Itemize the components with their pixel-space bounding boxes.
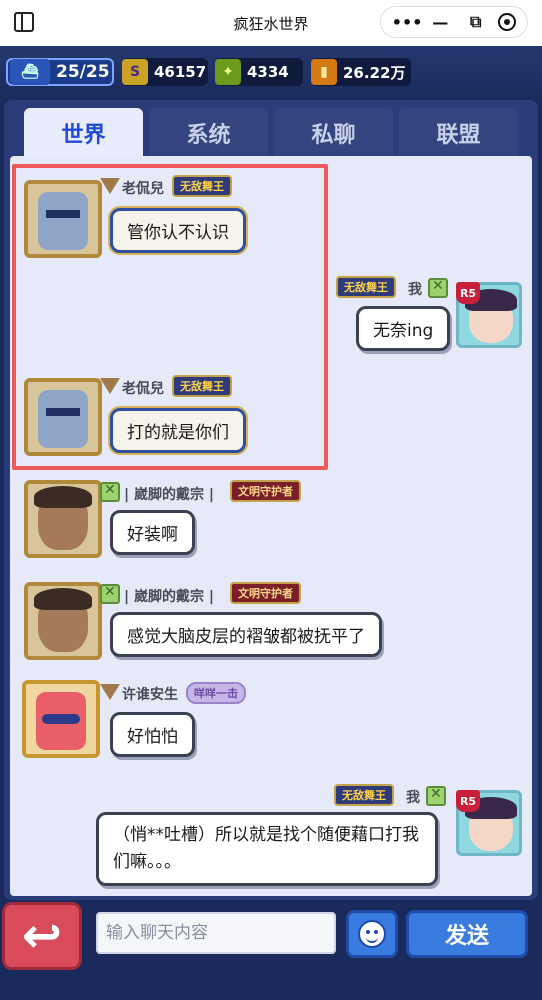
back-arrow-icon: ↩ bbox=[21, 908, 63, 964]
stamina-value: 25/25 bbox=[56, 62, 110, 82]
seed-icon: ✦ bbox=[215, 59, 241, 85]
rank-icon bbox=[100, 178, 120, 194]
sender-name[interactable]: 老侃兒 bbox=[122, 178, 164, 198]
sender-name[interactable]: | 崴脚的戴宗 | bbox=[124, 586, 214, 606]
food-counter[interactable]: ✦ 4334 bbox=[215, 58, 303, 86]
title-badge: 无敌舞王 bbox=[172, 175, 232, 197]
gold-counter[interactable]: ▮ 26.22万 bbox=[311, 58, 411, 86]
oil-can-icon: ▮ bbox=[311, 59, 337, 85]
tab-world[interactable]: 世界 bbox=[24, 108, 143, 158]
ship-icon: ⛴ bbox=[10, 59, 50, 85]
resource-bar: ⛴ 25/25 S 46157 ✦ 4334 ▮ 26.22万 bbox=[0, 46, 542, 100]
minimize-icon[interactable]: — bbox=[427, 13, 453, 32]
chat-tabs: 世界 系统 私聊 联盟 bbox=[24, 108, 518, 158]
message-bubble[interactable]: 好怕怕 bbox=[110, 712, 195, 757]
alliance-shield-icon bbox=[100, 482, 120, 502]
stamina-counter[interactable]: ⛴ 25/25 bbox=[6, 58, 114, 86]
title-badge: 无敌舞王 bbox=[336, 276, 396, 298]
avatar[interactable] bbox=[24, 180, 102, 258]
sender-name: 我 bbox=[406, 790, 420, 806]
sender-name[interactable]: 许谁安生 bbox=[122, 684, 178, 704]
title-badge: 无敌舞王 bbox=[172, 375, 232, 397]
alliance-shield-icon bbox=[426, 786, 446, 806]
rank-badge: R5 bbox=[456, 790, 480, 812]
title-badge: 咩咩一击 bbox=[186, 682, 246, 704]
food-value: 4334 bbox=[247, 63, 289, 81]
gem-counter[interactable]: S 46157 bbox=[122, 58, 208, 86]
rank-icon bbox=[100, 684, 120, 700]
rank-badge: R5 bbox=[456, 282, 480, 304]
avatar[interactable] bbox=[22, 680, 100, 758]
tab-system[interactable]: 系统 bbox=[149, 108, 268, 158]
title-badge: 文明守护者 bbox=[230, 480, 301, 502]
more-icon[interactable]: ••• bbox=[392, 13, 423, 32]
message-bubble[interactable]: 打的就是你们 bbox=[110, 408, 246, 453]
chat-input[interactable] bbox=[96, 912, 336, 954]
alliance-shield-icon bbox=[428, 278, 448, 298]
alliance-shield-icon bbox=[100, 584, 120, 604]
rank-icon bbox=[100, 378, 120, 394]
message-bubble[interactable]: 感觉大脑皮层的褶皱都被抚平了 bbox=[110, 612, 382, 657]
send-button[interactable]: 发送 bbox=[406, 910, 528, 958]
message-bubble[interactable]: 管你认不认识 bbox=[110, 208, 246, 253]
back-button[interactable]: ↩ bbox=[2, 902, 82, 970]
restore-icon[interactable]: ⧉ bbox=[463, 12, 489, 32]
message-bubble[interactable]: （悄**吐槽）所以就是找个随便藉口打我们嘛。。。 bbox=[96, 812, 438, 886]
gold-value: 26.22万 bbox=[343, 63, 406, 82]
gem-value: 46157 bbox=[154, 63, 207, 81]
smiley-icon bbox=[358, 920, 386, 948]
avatar[interactable] bbox=[24, 480, 102, 558]
sender-name: 我 bbox=[408, 282, 422, 298]
sender-name[interactable]: | 崴脚的戴宗 | bbox=[124, 484, 214, 504]
title-badge: 无敌舞王 bbox=[334, 784, 394, 806]
message-bubble[interactable]: 无奈ing bbox=[356, 306, 451, 351]
gem-icon: S bbox=[122, 59, 148, 85]
message-bubble[interactable]: 好装啊 bbox=[110, 510, 195, 555]
avatar[interactable] bbox=[24, 378, 102, 456]
sender-name[interactable]: 老侃兒 bbox=[122, 378, 164, 398]
close-icon[interactable] bbox=[498, 13, 517, 31]
tab-alliance[interactable]: 联盟 bbox=[399, 108, 518, 158]
tab-private[interactable]: 私聊 bbox=[274, 108, 393, 158]
emoji-button[interactable] bbox=[346, 910, 398, 958]
title-badge: 文明守护者 bbox=[230, 582, 301, 604]
window-controls: ••• — ⧉ bbox=[380, 6, 528, 38]
browser-top-bar: 疯狂水世界 ••• — ⧉ bbox=[0, 0, 542, 46]
avatar[interactable] bbox=[24, 582, 102, 660]
